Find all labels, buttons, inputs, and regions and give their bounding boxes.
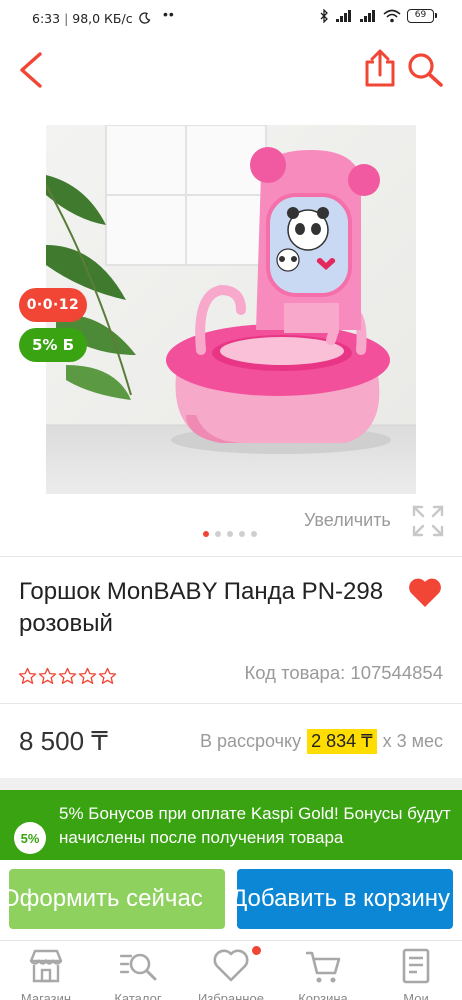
star-icon xyxy=(58,667,77,684)
battery-icon: 69 xyxy=(407,9,437,23)
signal-icon-2 xyxy=(360,10,375,22)
orders-icon xyxy=(402,948,430,984)
action-bar: Оформить сейчас Добавить в корзину xyxy=(0,860,462,940)
bottom-navigation: Магазин Каталог Избранное Корзина Мои xyxy=(0,940,462,1000)
divider xyxy=(0,703,462,704)
nav-label: Избранное xyxy=(198,991,264,1000)
product-sku: Код товара: 107544854 xyxy=(244,662,443,683)
wifi-icon xyxy=(383,9,401,23)
gallery-pagination[interactable] xyxy=(203,531,257,537)
installment-badge: 0·0·12 xyxy=(19,288,87,322)
nav-item-catalog[interactable]: Каталог xyxy=(92,941,184,1000)
rating-stars[interactable] xyxy=(18,667,117,685)
status-more-dots: •• xyxy=(163,6,175,22)
divider xyxy=(0,556,462,557)
favorite-heart-icon[interactable] xyxy=(407,577,443,609)
nav-label: Каталог xyxy=(114,991,162,1000)
share-icon[interactable] xyxy=(362,48,398,88)
expand-icon[interactable] xyxy=(411,504,445,538)
nav-item-orders[interactable]: Мои xyxy=(370,941,462,1000)
installment-suffix: х 3 мес xyxy=(382,731,443,751)
nav-label: Магазин xyxy=(20,991,72,1000)
installment-prefix: В рассрочку xyxy=(199,731,302,751)
top-navigation xyxy=(0,38,462,104)
star-icon xyxy=(18,667,37,684)
heart-icon xyxy=(213,949,249,982)
section-gap xyxy=(0,778,462,790)
status-bar: 6:33 | 98,0 КБ/с •• 69 xyxy=(0,0,462,38)
search-icon[interactable] xyxy=(405,50,445,90)
pagination-dot[interactable] xyxy=(239,531,245,537)
status-info: 6:33 | 98,0 КБ/с xyxy=(32,11,151,26)
product-photo[interactable] xyxy=(46,125,416,494)
bluetooth-icon xyxy=(320,9,328,23)
add-to-cart-button[interactable]: Добавить в корзину xyxy=(237,869,453,929)
nav-label: Мои xyxy=(403,991,429,1000)
favorites-notification-dot xyxy=(252,946,261,955)
signal-icon xyxy=(336,10,351,22)
nav-label: Корзина xyxy=(298,991,348,1000)
status-icons: 69 xyxy=(320,9,437,23)
zoom-label[interactable]: Увеличить xyxy=(304,510,391,531)
nav-item-favorites[interactable]: Избранное xyxy=(185,941,277,1000)
buy-now-label: Оформить сейчас xyxy=(9,885,203,912)
kaspi-bonus-banner[interactable]: 5% 5% Бонусов при оплате Kaspi Gold! Бон… xyxy=(0,790,462,860)
bonus-badge: 5% Б xyxy=(19,328,87,362)
installment-info[interactable]: В рассрочку 2 834 ₸ х 3 мес xyxy=(200,729,443,754)
bonus-text: 5% Бонусов при оплате Kaspi Gold! Бонусы… xyxy=(59,804,451,847)
pagination-dot[interactable] xyxy=(215,531,221,537)
star-icon xyxy=(78,667,97,684)
pagination-dot[interactable] xyxy=(227,531,233,537)
pagination-dot[interactable] xyxy=(251,531,257,537)
status-time: 6:33 xyxy=(32,11,61,26)
shop-icon xyxy=(29,949,63,983)
nav-item-shop[interactable]: Магазин xyxy=(0,941,92,1000)
back-arrow-icon[interactable] xyxy=(14,50,50,90)
cart-icon xyxy=(306,951,341,983)
pagination-dot[interactable] xyxy=(203,531,209,537)
moon-icon xyxy=(138,12,151,24)
product-gallery[interactable]: 0·0·12 5% Б Увеличить xyxy=(0,104,462,556)
catalog-icon xyxy=(119,953,157,981)
product-title: Горшок MonBABY Панда PN-298 розовый xyxy=(19,578,384,637)
star-icon xyxy=(38,667,57,684)
status-network-speed: 98,0 КБ/с xyxy=(72,11,133,26)
product-price: 8 500 ₸ xyxy=(19,726,108,756)
add-to-cart-label: Добавить в корзину xyxy=(237,885,451,912)
nav-item-cart[interactable]: Корзина xyxy=(277,941,369,1000)
bonus-percent-badge: 5% xyxy=(14,822,46,854)
installment-amount: 2 834 ₸ xyxy=(307,729,377,754)
star-icon xyxy=(98,667,117,684)
buy-now-button[interactable]: Оформить сейчас xyxy=(9,869,225,929)
